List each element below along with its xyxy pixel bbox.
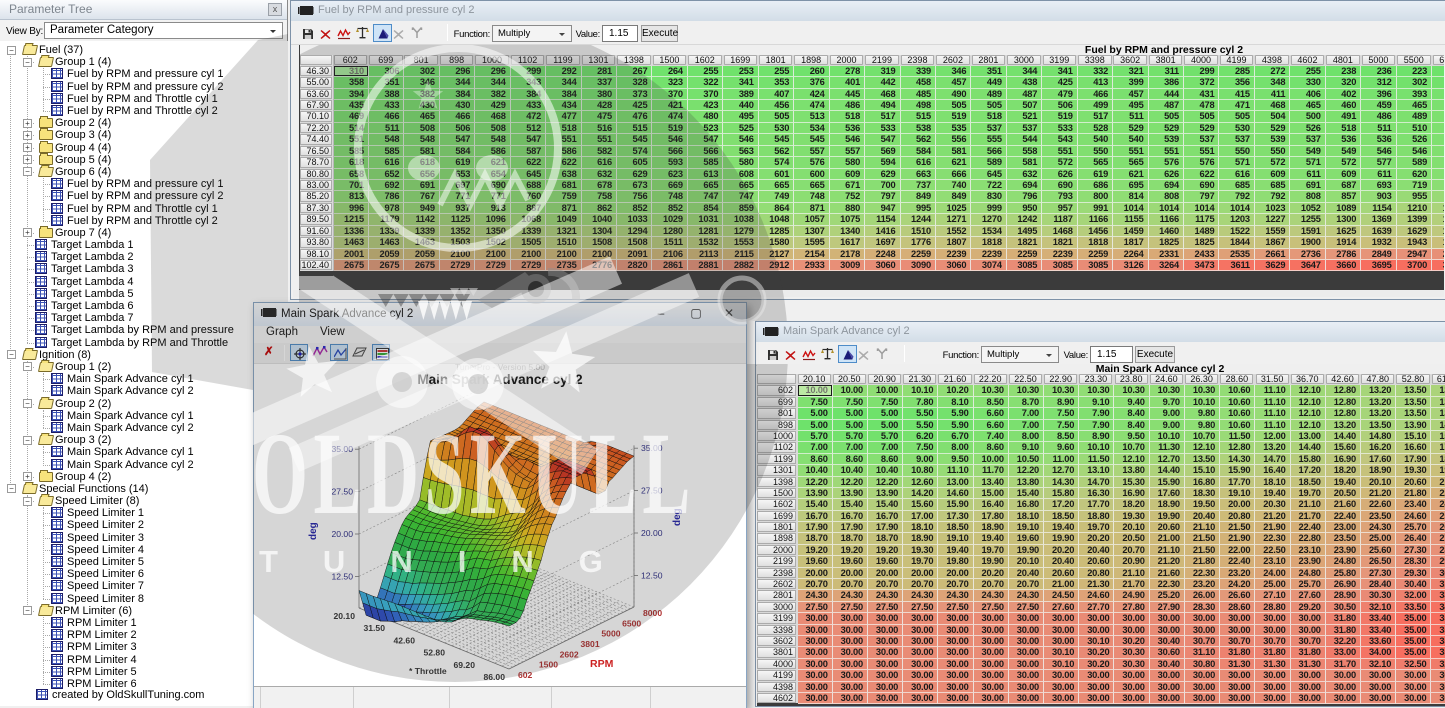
svg-text:8000: 8000 [643, 608, 662, 618]
svg-text:deg: deg [308, 522, 319, 540]
svg-text:27.50: 27.50 [641, 486, 663, 496]
svg-text:20.00: 20.00 [641, 528, 663, 538]
svg-text:6500: 6500 [622, 618, 641, 628]
svg-text:12.50: 12.50 [331, 571, 353, 581]
svg-text:3801: 3801 [581, 639, 600, 649]
svg-text:20.00: 20.00 [331, 529, 353, 539]
svg-text:69.20: 69.20 [453, 660, 475, 670]
svg-text:27.50: 27.50 [331, 487, 353, 497]
svg-text:2602: 2602 [560, 649, 579, 659]
svg-text:deg: deg [672, 508, 683, 526]
svg-text:RPM: RPM [590, 658, 614, 670]
svg-text:52.80: 52.80 [423, 648, 445, 658]
svg-text:5000: 5000 [601, 629, 620, 639]
svg-text:31.50: 31.50 [363, 623, 385, 633]
svg-text:35.00: 35.00 [641, 443, 663, 453]
svg-text:1500: 1500 [539, 660, 558, 670]
svg-text:20.10: 20.10 [333, 611, 355, 621]
svg-text:86.00: 86.00 [483, 672, 505, 682]
svg-text:* Throttle: * Throttle [409, 666, 447, 676]
svg-text:12.50: 12.50 [641, 570, 663, 580]
svg-text:602: 602 [518, 670, 533, 680]
svg-text:42.60: 42.60 [393, 635, 415, 645]
svg-text:35.00: 35.00 [331, 444, 353, 454]
